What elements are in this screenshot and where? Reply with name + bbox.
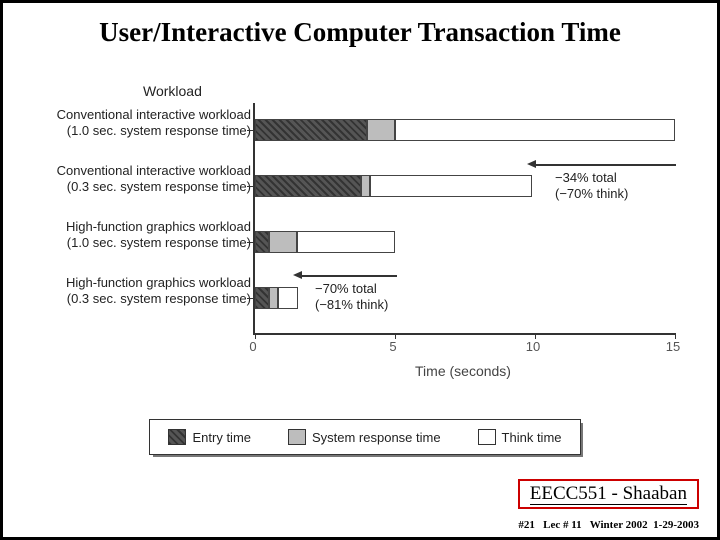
bar-2-system [269, 231, 297, 253]
bar-1-think [370, 175, 532, 197]
legend-item-think: Think time [478, 429, 562, 445]
legend-label-system: System response time [312, 430, 441, 445]
legend: Entry time System response time Think ti… [149, 419, 581, 455]
category-label-1: Conventional interactive workload(0.3 se… [21, 163, 251, 196]
page-title: User/Interactive Computer Transaction Ti… [3, 17, 717, 48]
arrow-1-line [536, 164, 676, 166]
bar-1-system [361, 175, 370, 197]
author-box: EECC551 - Shaaban [518, 479, 699, 509]
bar-1-entry [255, 175, 361, 197]
y-axis-title: Workload [143, 83, 202, 99]
legend-label-think: Think time [502, 430, 562, 445]
slide-footer: #21 Lec # 11 Winter 2002 1-29-2003 [518, 519, 699, 531]
category-label-2: High-function graphics workload(1.0 sec.… [21, 219, 251, 252]
bar-2-entry [255, 231, 269, 253]
plot-area: −34% total (−70% think) −70% total (−81%… [253, 103, 675, 335]
x-tick-15: 15 [666, 339, 680, 354]
bar-0-entry [255, 119, 367, 141]
arrow-2-line [302, 275, 397, 277]
bar-2-think [297, 231, 395, 253]
bar-3-entry [255, 287, 269, 309]
legend-swatch-entry [168, 429, 186, 445]
legend-item-entry: Entry time [168, 429, 251, 445]
x-axis-title: Time (seconds) [253, 363, 673, 379]
bar-3-think [278, 287, 298, 309]
annotation-2: −70% total (−81% think) [315, 281, 388, 314]
category-label-3: High-function graphics workload(0.3 sec.… [21, 275, 251, 308]
bar-0-system [367, 119, 395, 141]
arrow-1-head [527, 160, 536, 168]
arrow-2-head [293, 271, 302, 279]
category-label-0: Conventional interactive workload(1.0 se… [21, 107, 251, 140]
author-text: EECC551 - Shaaban [530, 483, 687, 505]
bar-3-system [269, 287, 278, 309]
legend-label-entry: Entry time [192, 430, 251, 445]
bar-0-think [395, 119, 675, 141]
chart-figure: Workload Conventional interactive worklo… [43, 83, 683, 413]
legend-swatch-system [288, 429, 306, 445]
annotation-1: −34% total (−70% think) [555, 170, 628, 203]
x-tick-0: 0 [249, 339, 256, 354]
slide-frame: User/Interactive Computer Transaction Ti… [0, 0, 720, 540]
legend-swatch-think [478, 429, 496, 445]
x-tick-10: 10 [526, 339, 540, 354]
x-tick-5: 5 [389, 339, 396, 354]
legend-item-system: System response time [288, 429, 441, 445]
